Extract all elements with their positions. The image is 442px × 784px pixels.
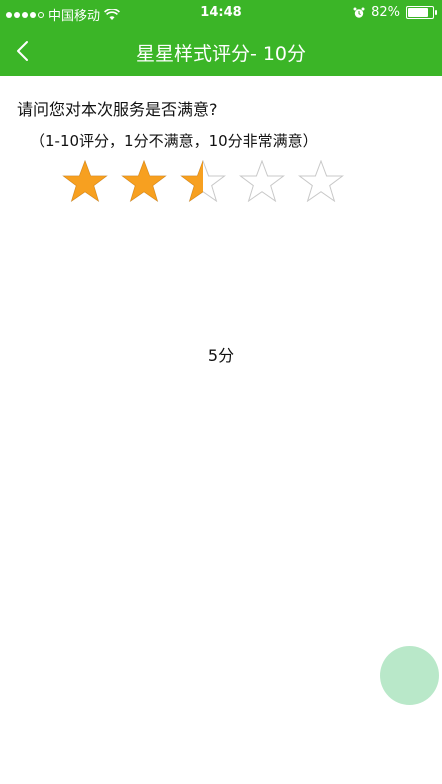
rating-content: 请问您对本次服务是否满意? （1-10评分，1分不满意，10分非常满意） 5分 (0, 76, 442, 784)
star-icon[interactable] (121, 160, 167, 202)
star-rating[interactable] (62, 160, 344, 202)
battery-percent: 82% (371, 5, 400, 20)
rating-question: 请问您对本次服务是否满意? (17, 100, 218, 119)
score-label: 5分 (207, 346, 235, 365)
status-bar: 中国移动 14:48 82% (0, 0, 442, 26)
star-icon[interactable] (239, 160, 285, 202)
floating-action-button[interactable] (380, 646, 439, 705)
battery-icon (406, 6, 437, 19)
alarm-icon (353, 7, 365, 18)
page-title: 星星样式评分- 10分 (135, 43, 307, 65)
star-icon[interactable] (180, 160, 226, 202)
star-icon[interactable] (62, 160, 108, 202)
nav-bar: 星星样式评分- 10分 (0, 26, 442, 76)
status-right: 82% (353, 5, 437, 20)
star-icon[interactable] (298, 160, 344, 202)
rating-hint: （1-10评分，1分不满意，10分非常满意） (30, 132, 318, 150)
